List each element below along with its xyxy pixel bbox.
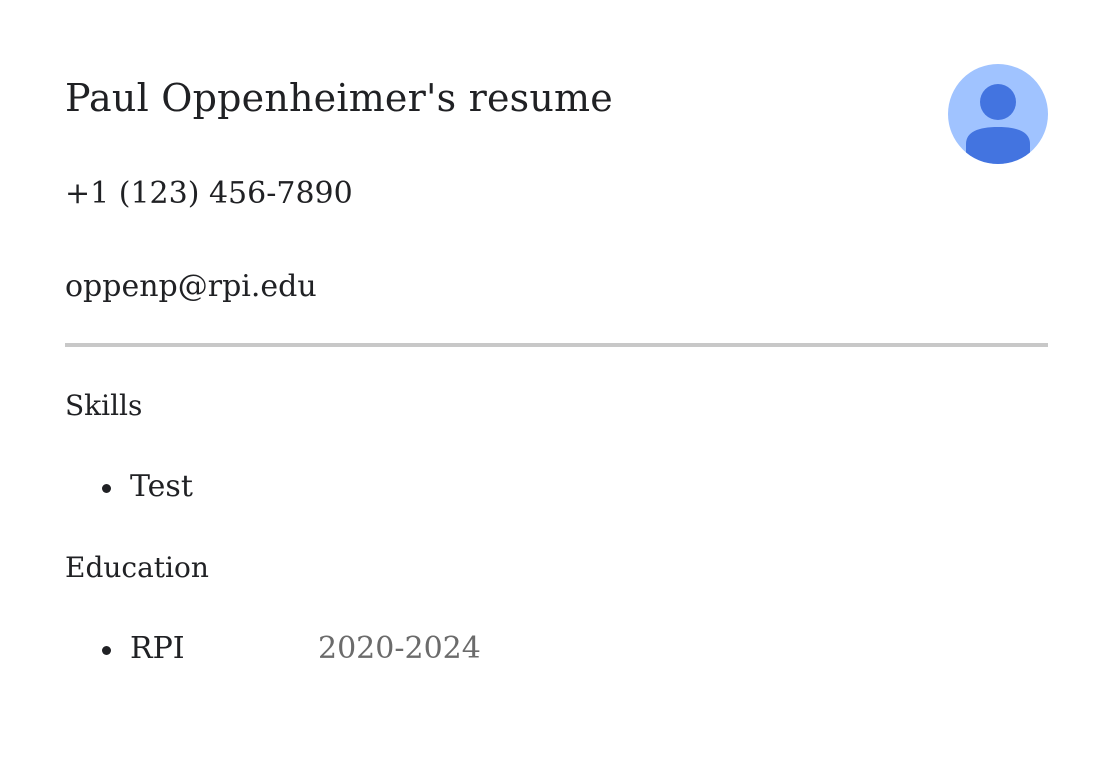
skills-heading: Skills <box>65 389 143 422</box>
avatar-graphic <box>948 64 1048 164</box>
avatar-head <box>980 84 1016 120</box>
page-title: Paul Oppenheimer's resume <box>65 76 613 120</box>
education-dates: 2020-2024 <box>318 631 481 666</box>
section-divider <box>65 343 1048 347</box>
avatar-body <box>966 127 1030 164</box>
person-avatar-icon <box>948 64 1048 164</box>
school-name: RPI <box>130 631 185 666</box>
skill-label: Test <box>130 469 193 504</box>
education-heading: Education <box>65 551 209 584</box>
phone-number: +1 (123) 456-7890 <box>65 176 353 211</box>
bullet-icon <box>102 646 111 655</box>
email-address: oppenp@rpi.edu <box>65 269 317 304</box>
bullet-icon <box>102 484 111 493</box>
resume-page: Paul Oppenheimer's resume +1 (123) 456-7… <box>0 0 1112 767</box>
